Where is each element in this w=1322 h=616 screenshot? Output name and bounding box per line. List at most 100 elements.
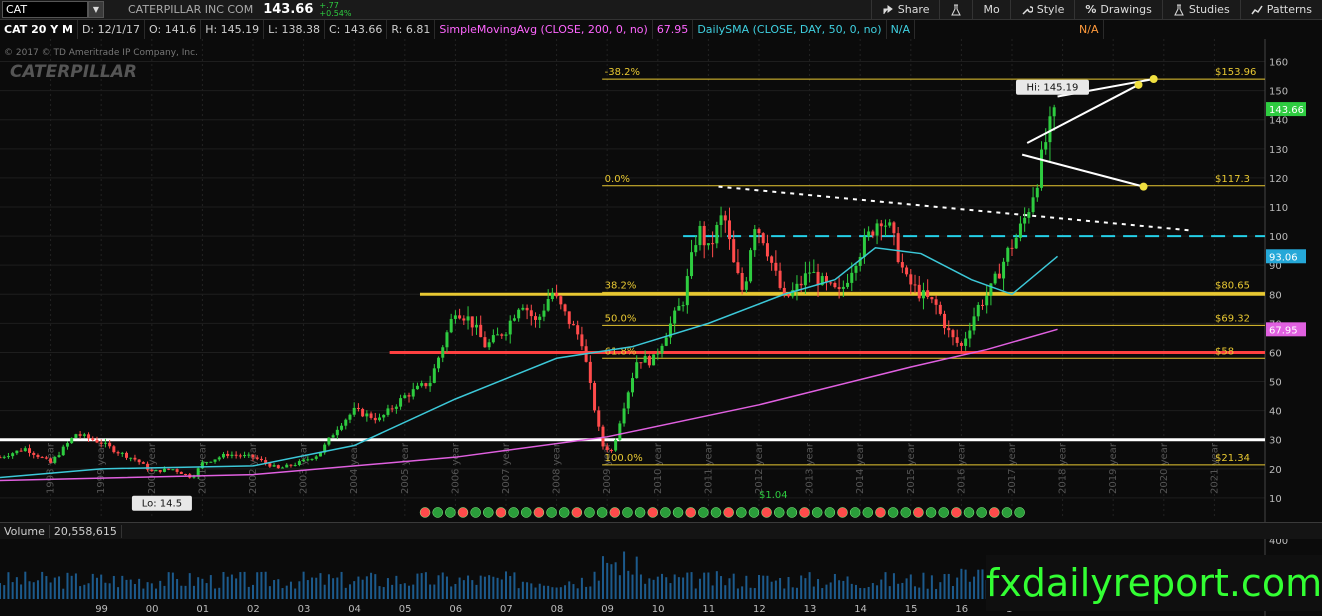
candle-body [538,316,542,320]
volume-bar [707,572,710,599]
price-tick-label: 130 [1269,145,1288,156]
candle-body [888,222,892,226]
style-button[interactable]: Style [1009,0,1075,19]
event-marker [470,507,481,518]
bottom-time-label: 02 [247,604,260,615]
time-axis-label: 2014 year [855,442,866,494]
volume-bar [20,584,23,599]
volume-bar [500,579,503,599]
volume-bar [787,577,790,599]
sma50-study-label[interactable]: DailySMA (CLOSE, DAY, 50, 0, no) [693,20,887,39]
event-marker [419,507,431,518]
volume-bar [467,575,470,599]
candle-body [854,265,858,273]
candle-body [862,236,866,257]
volume-bar [471,580,474,599]
candle-body [415,385,419,390]
candle-body [432,368,436,383]
time-axis-label: 2018 year [1058,442,1069,494]
candle-body [833,282,837,288]
candle-body [365,413,369,417]
volume-bar [661,573,664,599]
volume-bar [644,583,647,599]
event-marker [432,507,443,518]
candle-body [1006,247,1010,262]
candle-body [736,262,740,273]
candle-body [361,409,365,417]
volume-bar [821,588,824,599]
candle-body [799,283,803,286]
drawings-button[interactable]: % Drawings [1074,0,1162,19]
candle-body [40,457,44,459]
candle-body [972,316,976,331]
sma200-study-label[interactable]: SimpleMovingAvg (CLOSE, 200, 0, no) [435,20,653,39]
volume-bar [412,584,415,599]
volume-bar [488,575,491,599]
volume-value: 20,558,615 [50,524,122,538]
volume-bar [429,584,432,599]
event-marker [849,507,861,518]
time-axis-label: 2008 year [552,442,563,494]
studies-button[interactable]: Studies [1161,0,1240,19]
patterns-button[interactable]: Patterns [1239,0,1322,19]
candle-body [959,342,963,346]
volume-bar [95,577,98,599]
volume-bar [24,571,27,599]
candle-body [639,362,643,364]
candle-body [517,309,521,319]
share-button[interactable]: Share [870,0,940,19]
symbol-input[interactable] [2,1,88,18]
time-axis-label: 2019 year [1108,442,1119,494]
candle-body [15,450,19,454]
price-badge-label: 67.95 [1269,325,1298,336]
flask-tool-button[interactable] [939,0,972,19]
candle-body [268,463,272,467]
volume-bar [914,586,917,599]
candle-body [420,383,424,386]
event-marker [773,507,785,518]
volume-bar [353,581,356,599]
candle-body [369,413,373,418]
volume-bar [458,577,461,599]
candle-body [205,462,209,464]
event-marker [672,507,684,518]
price-chart[interactable]: 1998 year 1999 year 2000 year2001 year 2002… [0,39,1322,522]
candle-body [504,334,508,336]
price-tick-label: 100 [1269,232,1288,243]
bottom-time-label: 03 [298,604,311,615]
volume-bar [859,587,862,599]
candle-body [837,287,841,289]
chart-ticker-label[interactable]: CAT 20 Y M [0,20,78,39]
volume-bar [433,584,436,599]
bottom-time-label: 07 [500,604,513,615]
candle-body [445,332,449,348]
event-marker [811,507,823,518]
fib-level-label: 50.0% [605,313,637,324]
candle-body [382,414,386,418]
candle-body [631,378,634,393]
volume-bar [87,583,90,599]
volume-bar [534,587,537,599]
volume-bar [951,585,954,599]
volume-bar [863,588,866,599]
candle-body [812,271,816,273]
volume-bar [45,576,48,599]
volume-bar [901,582,904,599]
aggregation-button[interactable]: Mo [972,0,1009,19]
candle-body [103,442,107,444]
candle-body [95,439,99,443]
volume-bar [302,571,305,599]
time-axis-label: 2006 year [450,442,461,494]
candle-body [778,270,782,288]
candle-body [238,455,242,457]
volume-bar [682,577,685,599]
volume-bar [631,574,634,599]
volume-bar [825,584,828,599]
volume-bar [66,572,69,599]
volume-bar [846,576,849,599]
candle-body [951,330,955,338]
event-marker [736,507,747,518]
volume-bar [395,575,398,599]
event-marker [925,507,937,518]
symbol-dropdown-button[interactable]: ▼ [88,1,104,18]
